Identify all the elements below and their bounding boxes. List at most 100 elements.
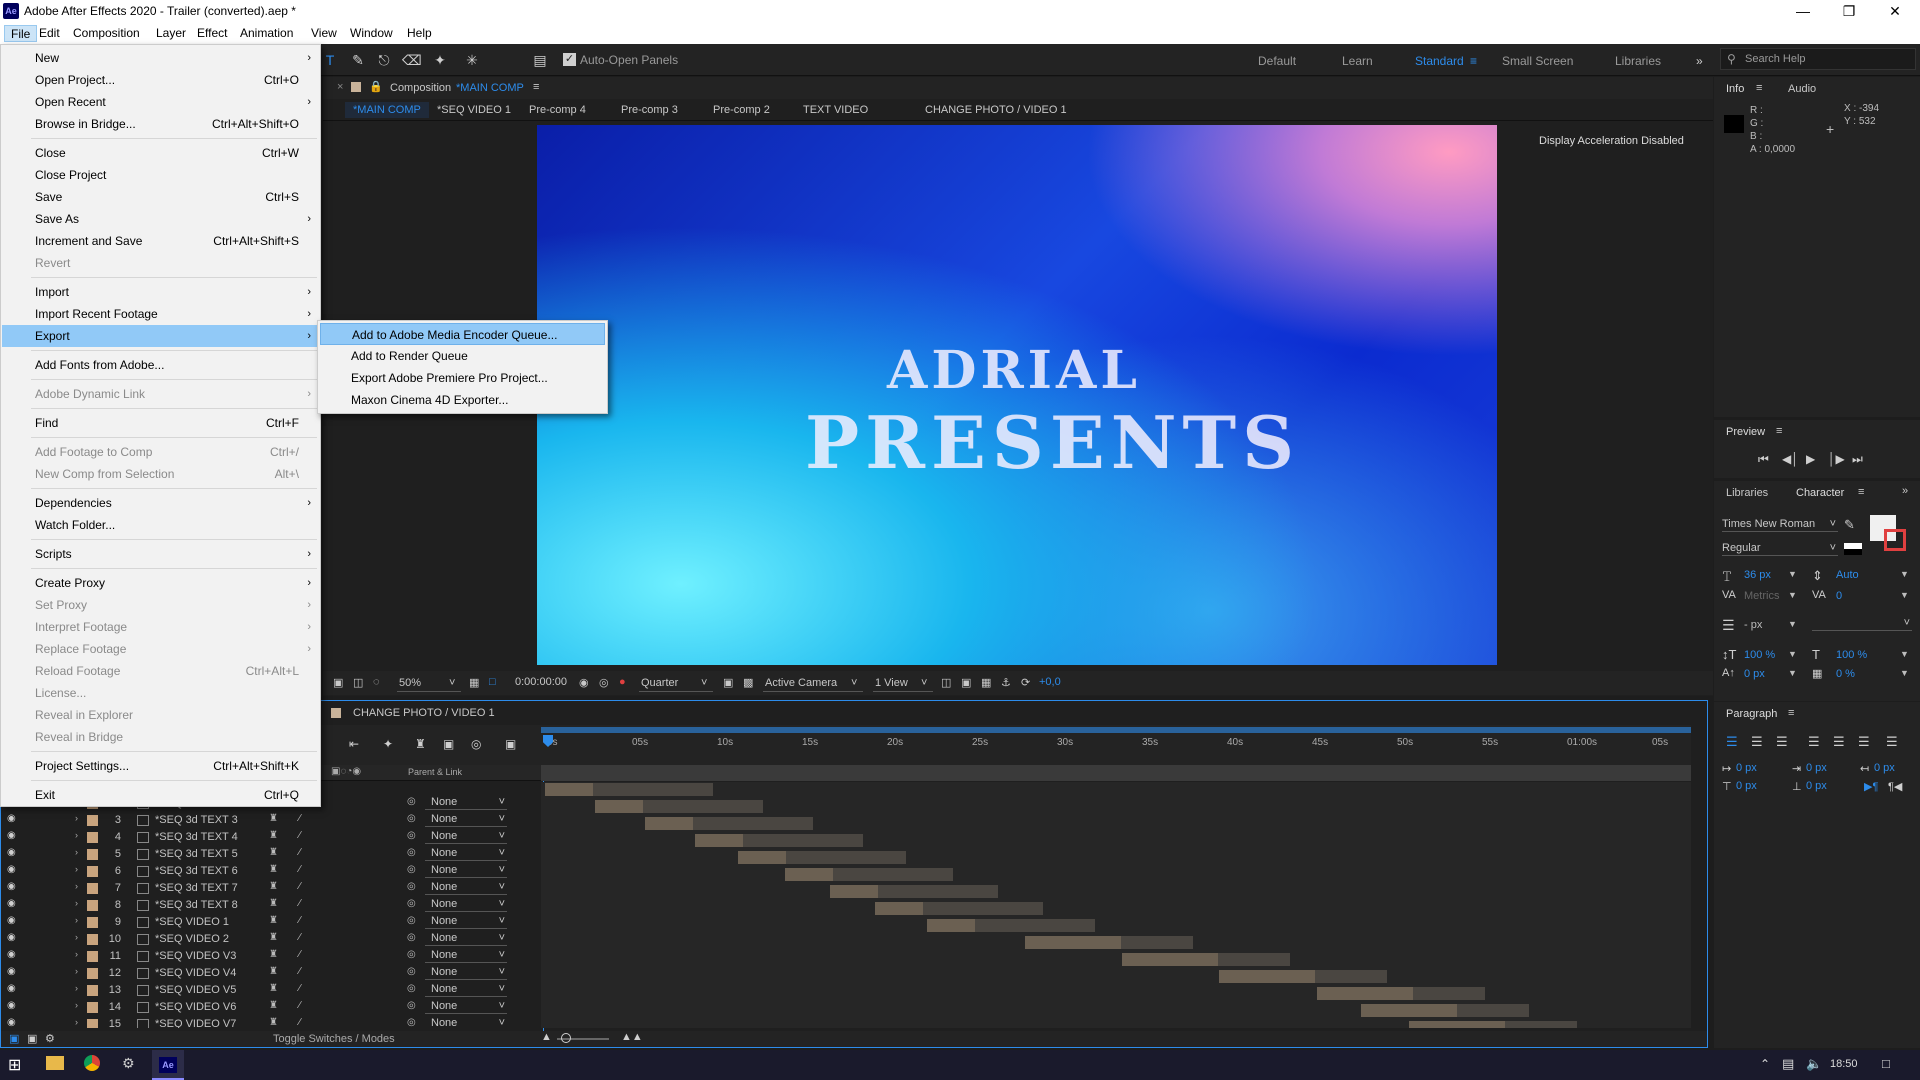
breadcrumb-pre-comp-3[interactable]: Pre-comp 3 (621, 104, 678, 116)
expand-icon[interactable]: › (75, 1017, 78, 1027)
parent-select[interactable]: None ˅ (425, 983, 507, 997)
menu-effect[interactable]: Effect (191, 25, 233, 42)
parent-select[interactable]: None ˅ (425, 847, 507, 861)
menu-composition[interactable]: Composition (67, 25, 146, 42)
expand-icon[interactable]: › (75, 898, 78, 908)
label-color[interactable] (87, 883, 98, 894)
eye-icon[interactable]: ◉ (7, 881, 16, 892)
layer-name[interactable]: *SEQ VIDEO V3 (155, 950, 236, 962)
resolution-select[interactable]: Quarter ˅ (639, 674, 713, 692)
layer-bar-tail[interactable] (878, 885, 998, 898)
tsume-value[interactable]: 0 % (1836, 668, 1855, 680)
close-tab-icon[interactable]: × (337, 81, 343, 93)
brush-tool-icon[interactable]: ✎ (350, 52, 366, 68)
clock[interactable]: 18:50 (1830, 1058, 1858, 1070)
close-icon[interactable]: ✕ (1872, 2, 1918, 20)
eye-icon[interactable]: ◉ (7, 830, 16, 841)
pickwhip-icon[interactable]: ◎ (407, 830, 416, 841)
panel-toggle-icon[interactable]: ▤ (532, 52, 548, 68)
label-color[interactable] (87, 815, 98, 826)
clone-stamp-icon[interactable]: ⎋ (376, 52, 392, 68)
shy-switch-icon[interactable]: ♜ (269, 813, 278, 824)
pickwhip-icon[interactable]: ◎ (407, 915, 416, 926)
file-menu-item[interactable]: Close Ctrl+W (2, 142, 319, 164)
horizontal-scale-value[interactable]: 100 % (1836, 649, 1867, 661)
camera-select[interactable]: Active Camera ˅ (763, 674, 863, 692)
file-menu-item[interactable]: Export › (2, 325, 319, 347)
pickwhip-icon[interactable]: ◎ (407, 966, 416, 977)
chrome-icon[interactable] (84, 1055, 100, 1071)
file-menu-item[interactable]: Scripts › (2, 543, 319, 565)
table-row[interactable]: ◉ › 3 *SEQ 3d TEXT 3 ♜ ∕ ◎ None ˅ (1, 812, 541, 829)
layer-bar-tail[interactable] (1413, 987, 1485, 1000)
file-menu-item[interactable]: Open Project... Ctrl+O (2, 69, 319, 91)
label-color[interactable] (87, 1002, 98, 1013)
lock-icon[interactable]: 🔒 (369, 80, 383, 93)
eye-icon[interactable]: ◉ (7, 898, 16, 909)
play-icon[interactable]: ▶ (1806, 452, 1815, 466)
comp-viewer[interactable]: ADRIAL PRESENTS (537, 125, 1497, 665)
last-frame-icon[interactable]: ⏭ (1852, 452, 1863, 467)
expand-icon[interactable]: › (75, 915, 78, 925)
menu-layer[interactable]: Layer (150, 25, 192, 42)
layer-bar[interactable] (927, 919, 975, 932)
expand-icon[interactable]: › (75, 813, 78, 823)
submenu-cinema4d-exporter[interactable]: Maxon Cinema 4D Exporter... (320, 389, 605, 411)
panel-overflow-icon[interactable]: » (1902, 485, 1908, 497)
quality-switch-icon[interactable]: ∕ (299, 864, 301, 875)
views-select[interactable]: 1 View ˅ (873, 674, 933, 692)
workspace-menu-icon[interactable]: ≡ (1470, 54, 1477, 68)
layer-bar-tail[interactable] (1457, 1004, 1529, 1017)
file-menu-item[interactable]: Increment and Save Ctrl+Alt+Shift+S (2, 230, 319, 252)
font-family-select[interactable]: Times New Roman ˅ (1722, 518, 1838, 532)
label-color[interactable] (87, 832, 98, 843)
eye-icon[interactable]: ◉ (7, 847, 16, 858)
layer-bar[interactable] (1409, 1021, 1505, 1028)
minimize-icon[interactable]: — (1780, 2, 1826, 20)
toggle-pixel-aspect-icon[interactable]: ◫ (941, 676, 951, 689)
workspace-libraries[interactable]: Libraries (1615, 54, 1661, 68)
snapshot-region-icon[interactable]: ▣ (333, 676, 343, 689)
table-row[interactable]: ◉ › 6 *SEQ 3d TEXT 6 ♜ ∕ ◎ None ˅ (1, 863, 541, 880)
file-menu-item[interactable]: Import › (2, 281, 319, 303)
shy-switch-icon[interactable]: ♜ (269, 898, 278, 909)
shy-switch-icon[interactable]: ♜ (269, 949, 278, 960)
comp-menu-icon[interactable]: ≡ (533, 81, 539, 93)
expand-icon[interactable]: › (75, 949, 78, 959)
file-menu-item[interactable]: Dependencies › (2, 492, 319, 514)
pickwhip-icon[interactable]: ◎ (407, 864, 416, 875)
breadcrumb-seq-video-1[interactable]: *SEQ VIDEO 1 (437, 104, 511, 116)
layer-bar-tail[interactable] (693, 817, 813, 830)
character-menu-icon[interactable]: ≡ (1858, 486, 1864, 498)
layer-bar[interactable] (595, 800, 643, 813)
file-menu-item[interactable]: Save Ctrl+S (2, 186, 319, 208)
graph-editor-icon[interactable]: ▣ (505, 737, 516, 751)
motion-blur-icon[interactable]: ◎ (471, 737, 481, 751)
layer-bar-tail[interactable] (923, 902, 1043, 915)
expand-icon[interactable]: › (75, 830, 78, 840)
parent-select[interactable]: None ˅ (425, 796, 507, 810)
font-size-value[interactable]: 36 px (1744, 569, 1771, 581)
table-row[interactable]: ◉ › 13 *SEQ VIDEO V5 ♜ ∕ ◎ None ˅ (1, 982, 541, 999)
layer-bar[interactable] (1122, 953, 1218, 966)
safe-zones-icon[interactable]: □ (489, 676, 496, 688)
network-icon[interactable]: ▤ (1782, 1056, 1794, 1072)
tab-libraries[interactable]: Libraries (1726, 487, 1768, 499)
current-timecode[interactable]: 0:00:00:00 (515, 676, 567, 688)
flowchart-icon[interactable]: ⚓ (1001, 676, 1011, 689)
reset-exposure-icon[interactable]: ⟳ (1021, 676, 1030, 689)
camera-snapshot-icon[interactable]: ◉ (579, 676, 589, 689)
table-row[interactable]: ◉ › 7 *SEQ 3d TEXT 7 ♜ ∕ ◎ None ˅ (1, 880, 541, 897)
zoom-in-icon[interactable]: ▲▲ (621, 1031, 643, 1043)
submenu-export-premiere[interactable]: Export Adobe Premiere Pro Project... (320, 367, 605, 389)
puppet-pin-icon[interactable]: ✳ (464, 52, 480, 68)
kerning-value[interactable]: Metrics (1744, 590, 1779, 602)
breadcrumb-change-photo[interactable]: CHANGE PHOTO / VIDEO 1 (925, 104, 1067, 116)
stroke-width-value[interactable]: - px (1744, 619, 1762, 631)
breadcrumb-text-video[interactable]: TEXT VIDEO (803, 104, 868, 116)
space-after-value[interactable]: 0 px (1806, 780, 1827, 792)
file-menu-item[interactable]: Save As › (2, 208, 319, 230)
pickwhip-icon[interactable]: ◎ (407, 1017, 416, 1028)
file-menu-item[interactable]: Close Project (2, 164, 319, 186)
parent-select[interactable]: None ˅ (425, 1000, 507, 1014)
